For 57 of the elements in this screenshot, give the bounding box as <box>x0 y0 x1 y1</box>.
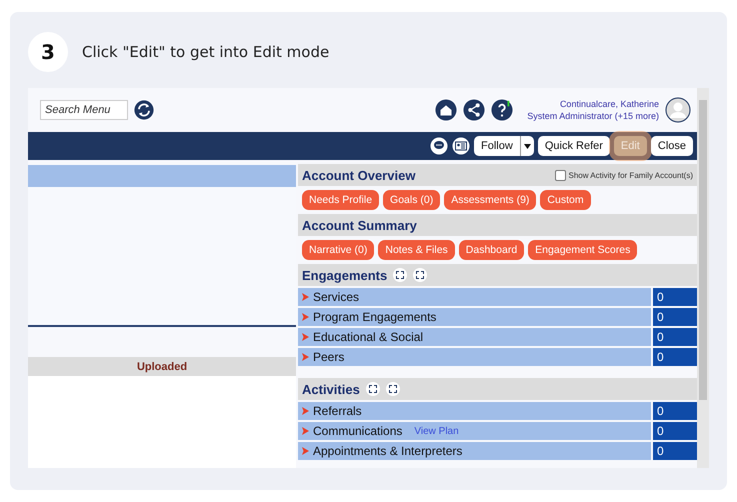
count-cell: 0 <box>653 442 697 460</box>
family-checkbox[interactable]: Show Activity for Family Account(s) <box>554 170 693 180</box>
section-title: Engagements <box>302 268 388 282</box>
chevron-icon <box>302 407 309 415</box>
column-header: Uploaded <box>28 357 296 376</box>
home-icon[interactable] <box>435 99 458 121</box>
user-info[interactable]: Continualcare, Katherine System Administrator (+15 more) <box>527 98 659 122</box>
count-cell: 0 <box>653 308 697 326</box>
avatar-icon[interactable] <box>665 97 691 123</box>
help-icon[interactable] <box>491 99 514 121</box>
step-instruction: Click "Edit" to get into Edit mode <box>82 43 330 61</box>
chevron-icon <box>302 293 309 301</box>
count-cell: 0 <box>653 288 697 306</box>
list-row[interactable]: Peers <box>298 348 651 366</box>
list-row[interactable]: Program Engagements <box>298 308 651 326</box>
row-label: Program Engagements <box>313 310 436 324</box>
scrollbar-thumb[interactable] <box>699 100 707 400</box>
list-row[interactable]: Services <box>298 288 651 306</box>
count-cell: 0 <box>653 348 697 366</box>
search-field[interactable]: Search Menu <box>40 100 128 120</box>
section-title: Account Overview <box>302 168 416 182</box>
chevron-icon <box>302 333 309 341</box>
chevron-icon <box>302 447 309 455</box>
expand-icon[interactable] <box>366 382 380 396</box>
id-card-icon[interactable] <box>452 137 470 155</box>
collapse-icon[interactable] <box>386 382 400 396</box>
count-cell: 0 <box>653 422 697 440</box>
refresh-icon[interactable] <box>134 100 154 120</box>
toolbar-button[interactable]: Close <box>650 136 693 156</box>
chat-icon[interactable] <box>430 137 448 155</box>
list-row[interactable]: Referrals <box>298 402 651 420</box>
section-title: Activities <box>302 382 360 396</box>
row-label: Communications <box>313 424 402 438</box>
row-label: Appointments & Interpreters <box>313 444 462 458</box>
expand-icon[interactable] <box>393 268 408 282</box>
toolbar-button[interactable]: Quick Refer <box>538 136 610 156</box>
collapse-icon[interactable] <box>413 268 428 282</box>
chevron-icon <box>302 313 309 321</box>
list-row[interactable]: Educational & Social <box>298 328 651 346</box>
chevron-icon <box>302 353 309 361</box>
checkbox[interactable] <box>554 170 566 180</box>
list-row[interactable]: Appointments & Interpreters <box>298 442 651 460</box>
caret-icon <box>524 144 531 148</box>
row-label: Peers <box>313 350 344 364</box>
row-label: Educational & Social <box>313 330 424 344</box>
chevron-icon <box>302 427 309 435</box>
count-cell: 0 <box>653 402 697 420</box>
follow-button[interactable]: Follow <box>474 136 520 156</box>
row-label: Services <box>313 290 360 304</box>
share-icon[interactable] <box>463 99 486 121</box>
step-number: 3 <box>28 32 68 72</box>
checkbox-label: Show Activity for Family Account(s) <box>568 170 693 180</box>
row-label: Referrals <box>313 404 362 418</box>
count-cell: 0 <box>653 328 697 346</box>
section-title: Account Summary <box>302 218 417 232</box>
dropdown-button[interactable] <box>520 136 534 156</box>
list-row[interactable]: Communications View Plan <box>298 422 651 440</box>
